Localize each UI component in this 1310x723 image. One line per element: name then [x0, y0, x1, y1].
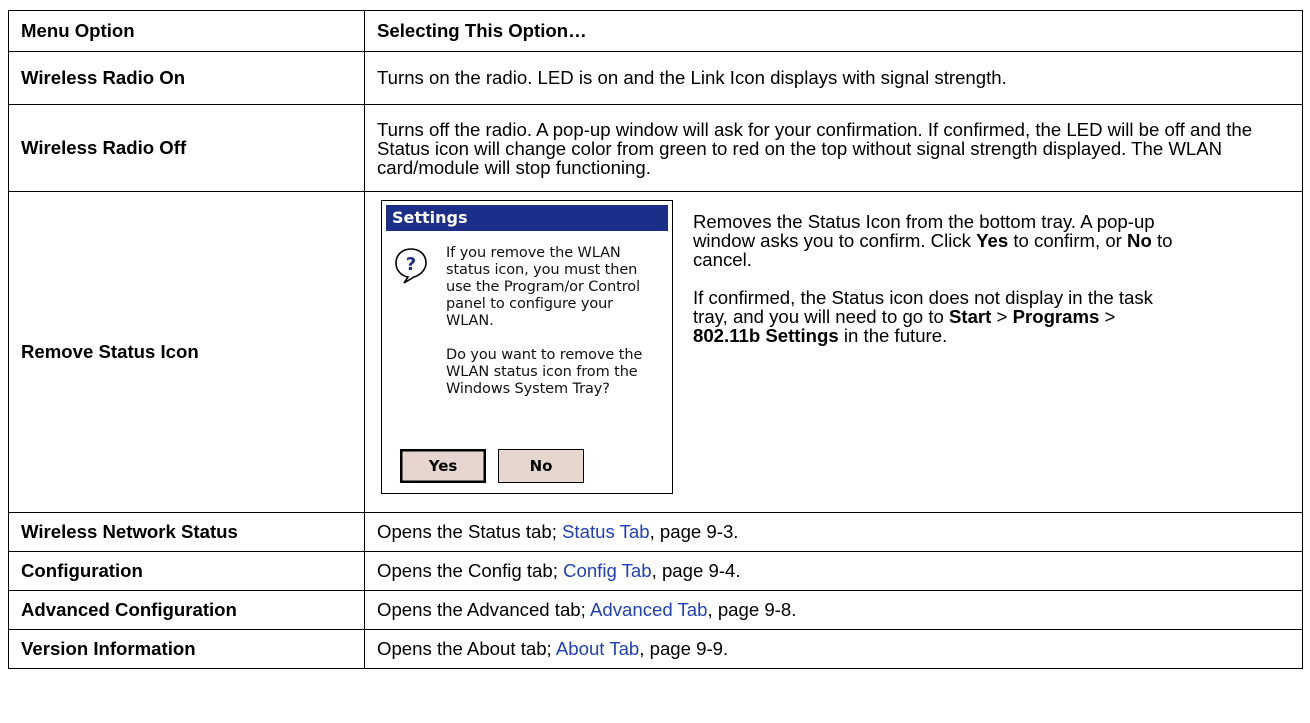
table-row: Configuration Opens the Config tab; Conf… — [8, 551, 1303, 591]
remove-status-content: Settings ? If you remove the WLAN status… — [381, 192, 1290, 504]
option-label: Remove Status Icon — [8, 191, 365, 513]
option-label: Version Information — [8, 629, 365, 669]
text-segment: Opens the About tab; — [377, 638, 556, 659]
remove-para-1: Removes the Status Icon from the bottom … — [693, 212, 1173, 269]
text-segment: to confirm, or — [1008, 230, 1128, 251]
text-segment: Opens the Config tab; — [377, 560, 564, 581]
option-label: Advanced Configuration — [8, 590, 365, 630]
text-segment: , page 9-9. — [639, 638, 729, 659]
text-segment: , page 9-8. — [707, 599, 797, 620]
option-description: Turns on the radio. LED is on and the Li… — [364, 51, 1303, 105]
no-keyword: No — [1127, 230, 1152, 251]
table-header-row: Menu Option Selecting This Option… — [8, 10, 1303, 52]
table-row: Advanced Configuration Opens the Advance… — [8, 590, 1303, 630]
option-description: Turns off the radio. A pop-up window wil… — [364, 104, 1303, 192]
about-tab-link[interactable]: About Tab — [556, 638, 639, 659]
option-label: Configuration — [8, 551, 365, 591]
path-separator: > — [991, 306, 1013, 327]
table-row: Wireless Radio Off Turns off the radio. … — [8, 104, 1303, 192]
dialog-message-line-1: If you remove the WLAN status icon, you … — [446, 245, 640, 329]
advanced-tab-link[interactable]: Advanced Tab — [590, 599, 708, 620]
config-tab-link[interactable]: Config Tab — [563, 560, 652, 581]
option-description: Opens the Config tab; Config Tab, page 9… — [364, 551, 1303, 591]
start-keyword: Start — [949, 306, 992, 327]
option-label: Wireless Radio Off — [8, 104, 365, 192]
svg-text:?: ? — [406, 254, 416, 275]
dialog-no-button[interactable]: No — [498, 449, 584, 483]
question-balloon-icon: ? — [394, 247, 428, 285]
menu-options-table: Menu Option Selecting This Option… Wirel… — [8, 10, 1303, 669]
status-tab-link[interactable]: Status Tab — [562, 521, 650, 542]
option-description: Opens the Status tab; Status Tab, page 9… — [364, 512, 1303, 552]
dialog-message: If you remove the WLAN status icon, you … — [446, 245, 662, 398]
option-description: Opens the About tab; About Tab, page 9-9… — [364, 629, 1303, 669]
dialog-message-line-2: Do you want to remove the WLAN status ic… — [446, 347, 643, 397]
table-row: Version Information Opens the About tab;… — [8, 629, 1303, 669]
dialog-body: ? If you remove the WLAN status icon, yo… — [382, 231, 672, 398]
table-row: Wireless Radio On Turns on the radio. LE… — [8, 51, 1303, 105]
text-segment: , page 9-4. — [651, 560, 741, 581]
dialog-title: Settings — [386, 205, 668, 231]
option-description: Settings ? If you remove the WLAN status… — [364, 191, 1303, 513]
text-segment: Opens the Advanced tab; — [377, 599, 590, 620]
dialog-buttons: Yes No — [400, 449, 584, 483]
dialog-yes-button[interactable]: Yes — [400, 449, 486, 483]
remove-para-2: If confirmed, the Status icon does not d… — [693, 288, 1173, 345]
header-menu-option: Menu Option — [8, 10, 365, 52]
table-row: Remove Status Icon Settings ? If you rem… — [8, 191, 1303, 513]
settings-dialog-screenshot: Settings ? If you remove the WLAN status… — [381, 200, 673, 494]
settings-keyword: 802.11b Settings — [693, 325, 839, 346]
text-segment: , page 9-3. — [649, 521, 739, 542]
option-label: Wireless Network Status — [8, 512, 365, 552]
option-label: Wireless Radio On — [8, 51, 365, 105]
yes-keyword: Yes — [976, 230, 1009, 251]
path-separator: > — [1099, 306, 1116, 327]
text-segment: in the future. — [838, 325, 948, 346]
table-row: Wireless Network Status Opens the Status… — [8, 512, 1303, 552]
programs-keyword: Programs — [1012, 306, 1100, 327]
option-description: Opens the Advanced tab; Advanced Tab, pa… — [364, 590, 1303, 630]
remove-status-text: Removes the Status Icon from the bottom … — [693, 200, 1173, 364]
text-segment: Opens the Status tab; — [377, 521, 563, 542]
header-selecting-option: Selecting This Option… — [364, 10, 1303, 52]
